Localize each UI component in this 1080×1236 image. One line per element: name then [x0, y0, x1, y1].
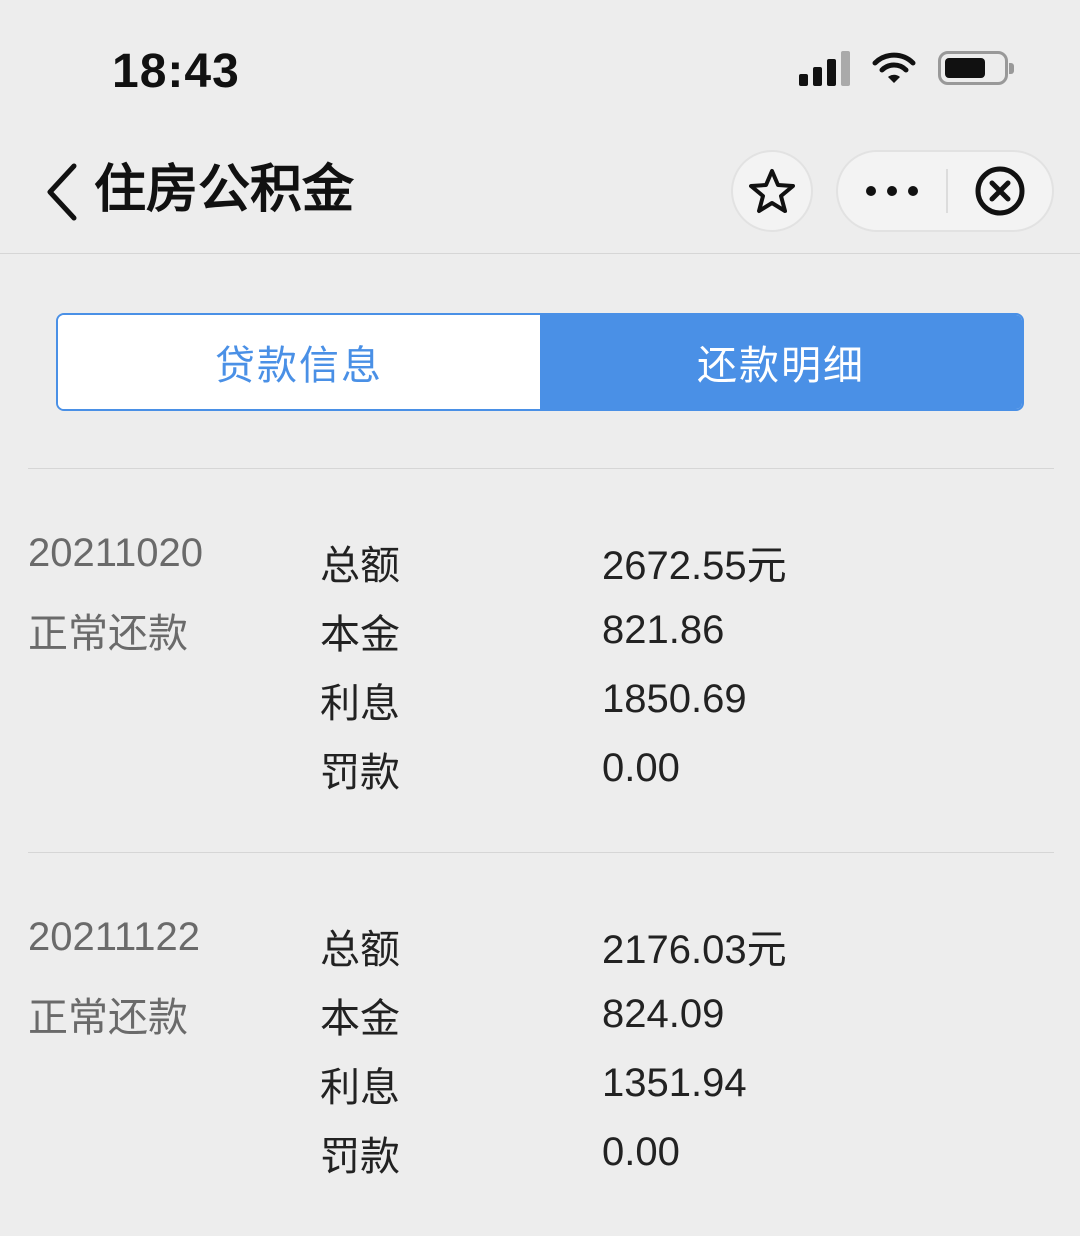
repayment-list: 20211020 正常还款 总额 2672.55元 本金 821.86 利息 1… [28, 468, 1054, 1236]
status-icons [799, 50, 1014, 86]
battery-icon [938, 51, 1014, 85]
page-title: 住房公积金 [94, 160, 355, 220]
tab-loan-info[interactable]: 贷款信息 [58, 315, 540, 409]
more-dots-icon [866, 186, 918, 196]
tab-switcher: 贷款信息 还款明细 [56, 313, 1024, 411]
detail-value: 2176.03元 [602, 927, 787, 972]
tab-repayment-details[interactable]: 还款明细 [540, 315, 1022, 409]
list-item: 20211122 正常还款 总额 2176.03元 本金 824.09 利息 1… [28, 852, 1054, 1236]
status-time: 18:43 [112, 45, 240, 98]
detail-label: 总额 [320, 926, 400, 973]
detail-value: 0.00 [602, 1130, 680, 1174]
close-circle-icon [975, 166, 1025, 216]
wifi-icon [872, 52, 916, 83]
detail-row: 总额 2176.03元 [320, 911, 787, 980]
detail-row: 总额 2672.55元 [320, 527, 787, 596]
repayment-detail: 总额 2176.03元 本金 824.09 利息 1351.94 罚款 0.00 [320, 911, 787, 1187]
chevron-left-icon [47, 163, 77, 221]
close-button[interactable] [948, 152, 1052, 230]
detail-label: 本金 [320, 611, 400, 658]
detail-value: 821.86 [602, 608, 725, 652]
back-button[interactable] [38, 160, 88, 224]
repayment-date: 20211020 [28, 531, 203, 575]
nav-bar: 住房公积金 [0, 130, 1080, 254]
detail-label: 罚款 [320, 749, 400, 796]
detail-row: 罚款 0.00 [320, 1118, 787, 1187]
detail-label: 罚款 [320, 1133, 400, 1180]
cellular-signal-icon [799, 50, 850, 86]
detail-row: 利息 1850.69 [320, 665, 787, 734]
detail-row: 利息 1351.94 [320, 1049, 787, 1118]
detail-label: 总额 [320, 542, 400, 589]
detail-row: 本金 821.86 [320, 596, 787, 665]
repayment-type: 正常还款 [28, 995, 188, 1041]
detail-value: 1351.94 [602, 1061, 747, 1105]
detail-value: 1850.69 [602, 677, 747, 721]
detail-label: 利息 [320, 1064, 400, 1111]
mini-program-capsule [836, 150, 1054, 232]
more-button[interactable] [838, 152, 946, 230]
favorite-button[interactable] [731, 150, 813, 232]
star-icon [749, 169, 795, 213]
detail-row: 罚款 0.00 [320, 734, 787, 803]
detail-value: 824.09 [602, 992, 725, 1036]
detail-value: 2672.55元 [602, 543, 787, 588]
repayment-type: 正常还款 [28, 611, 188, 657]
detail-value: 0.00 [602, 746, 680, 790]
repayment-detail: 总额 2672.55元 本金 821.86 利息 1850.69 罚款 0.00 [320, 527, 787, 803]
detail-row: 本金 824.09 [320, 980, 787, 1049]
repayment-date: 20211122 [28, 915, 201, 959]
detail-label: 利息 [320, 680, 400, 727]
list-item: 20211020 正常还款 总额 2672.55元 本金 821.86 利息 1… [28, 468, 1054, 852]
detail-label: 本金 [320, 995, 400, 1042]
status-bar: 18:43 [0, 0, 1080, 130]
